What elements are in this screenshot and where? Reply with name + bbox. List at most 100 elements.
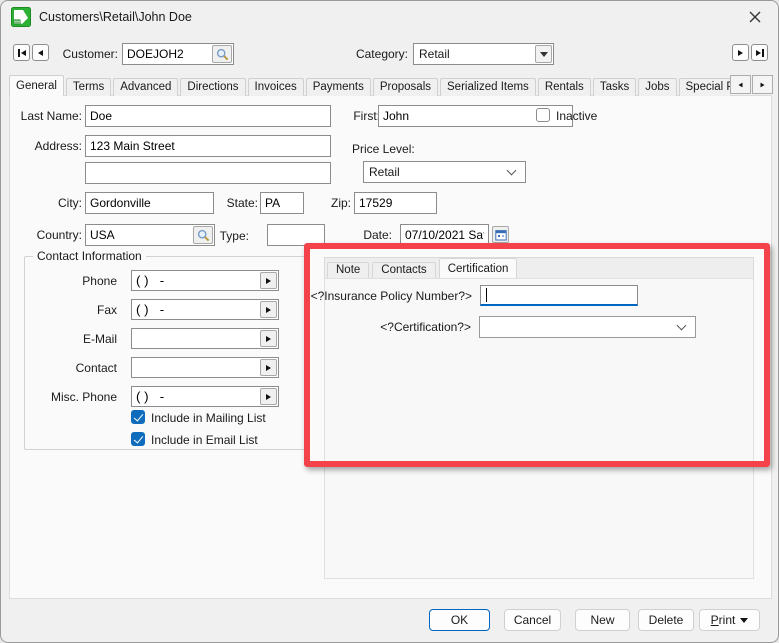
previous-record-icon (38, 50, 43, 56)
include-mailing-list-label: Include in Mailing List (151, 411, 266, 425)
print-button[interactable]: Print (699, 609, 760, 631)
tab-jobs[interactable]: Jobs (638, 78, 676, 96)
address-line2-input[interactable] (85, 162, 331, 184)
country-label: Country: (10, 228, 82, 242)
fax-expand-button[interactable] (260, 301, 277, 318)
new-button[interactable]: New (575, 609, 630, 631)
first-record-icon (18, 49, 20, 57)
price-level-label: Price Level: (352, 142, 415, 156)
tab-rentals[interactable]: Rentals (538, 78, 591, 96)
zip-label: Zip: (315, 196, 351, 210)
address-label: Address: (10, 139, 82, 153)
date-picker-button[interactable] (492, 226, 509, 243)
price-level-dropdown[interactable]: Retail (363, 161, 526, 183)
include-email-list-checkbox[interactable] (131, 432, 145, 446)
certification-dropdown[interactable] (479, 316, 696, 338)
price-level-value: Retail (364, 165, 508, 179)
tab-note[interactable]: Note (327, 262, 369, 278)
fax-label: Fax (15, 303, 117, 317)
last-record-icon (756, 50, 761, 56)
general-tab-page: Last Name: First: Inactive Address: Pric… (9, 95, 772, 599)
contact-input[interactable] (131, 357, 279, 378)
email-label: E-Mail (15, 332, 117, 346)
tab-advanced[interactable]: Advanced (113, 78, 178, 96)
detail-tab-strip: Note Contacts Certification (324, 257, 754, 278)
misc-phone-label: Misc. Phone (15, 390, 117, 404)
phone-expand-button[interactable] (260, 272, 277, 289)
tab-contacts[interactable]: Contacts (372, 262, 435, 278)
phone-label: Phone (15, 274, 117, 288)
arrow-right-icon (266, 278, 271, 284)
main-tab-strip: General Terms Advanced Directions Invoic… (9, 75, 730, 96)
contact-expand-button[interactable] (260, 359, 277, 376)
last-name-label: Last Name: (10, 109, 82, 123)
previous-record-button[interactable] (32, 44, 49, 61)
customer-form-icon (11, 7, 31, 27)
text-caret (486, 288, 487, 302)
misc-phone-input[interactable] (131, 386, 279, 407)
tab-general[interactable]: General (9, 75, 64, 96)
first-name-label: First: (335, 109, 380, 123)
tab-scroll-right-button[interactable] (752, 75, 773, 94)
contact-information-legend: Contact Information (33, 249, 146, 263)
next-record-button[interactable] (732, 44, 749, 61)
last-record-button[interactable] (751, 44, 768, 61)
tab-terms[interactable]: Terms (66, 78, 111, 96)
customer-label: Customer: (56, 47, 118, 61)
customer-input[interactable] (123, 44, 213, 64)
search-icon (216, 48, 229, 61)
category-value: Retail (414, 47, 535, 61)
insurance-policy-number-label: <?Insurance Policy Number?> (272, 289, 472, 303)
ok-button[interactable]: OK (429, 609, 490, 631)
tab-serialized-items[interactable]: Serialized Items (440, 78, 536, 96)
tab-directions[interactable]: Directions (180, 78, 245, 96)
tab-scroll-left-button[interactable] (730, 75, 751, 94)
phone-input[interactable] (131, 270, 279, 291)
insurance-policy-number-input[interactable] (480, 285, 638, 306)
date-input[interactable] (400, 224, 489, 246)
zip-input[interactable] (354, 192, 437, 214)
inactive-checkbox[interactable] (536, 108, 550, 122)
category-dropdown[interactable]: Retail (413, 43, 554, 65)
state-label: State: (210, 196, 258, 210)
arrow-right-icon (266, 336, 271, 342)
dropdown-arrow-icon (540, 52, 548, 57)
scroll-left-icon (739, 82, 743, 87)
close-button[interactable] (740, 5, 770, 29)
tab-special-pricing[interactable]: Special Pricing (679, 78, 730, 96)
customer-search-button[interactable] (212, 45, 232, 63)
arrow-right-icon (266, 365, 271, 371)
window-title: Customers\Retail\John Doe (39, 10, 192, 24)
tab-payments[interactable]: Payments (306, 78, 371, 96)
include-mailing-list-checkbox[interactable] (131, 410, 145, 424)
tab-certification[interactable]: Certification (439, 258, 518, 278)
date-label: Date: (350, 228, 392, 242)
delete-button[interactable]: Delete (638, 609, 694, 631)
include-email-list-label: Include in Email List (151, 433, 258, 447)
last-name-input[interactable] (85, 105, 331, 127)
arrow-right-icon (266, 307, 271, 313)
customer-dialog: Customers\Retail\John Doe Customer: Cate… (0, 0, 779, 643)
calendar-icon (495, 229, 507, 241)
category-label: Category: (351, 47, 408, 61)
first-record-button[interactable] (13, 44, 30, 61)
address-line1-input[interactable] (85, 135, 331, 157)
city-input[interactable] (85, 192, 214, 214)
print-menu-arrow-icon (740, 618, 748, 623)
type-label: Type: (205, 229, 249, 243)
type-input[interactable] (267, 224, 325, 246)
category-dropdown-button[interactable] (535, 45, 552, 63)
misc-phone-expand-button[interactable] (260, 388, 277, 405)
fax-input[interactable] (131, 299, 279, 320)
cancel-button[interactable]: Cancel (504, 609, 561, 631)
tab-tasks[interactable]: Tasks (593, 78, 636, 96)
tab-invoices[interactable]: Invoices (248, 78, 304, 96)
tab-proposals[interactable]: Proposals (373, 78, 438, 96)
title-bar: Customers\Retail\John Doe (1, 1, 778, 33)
email-input[interactable] (131, 328, 279, 349)
scroll-right-icon (761, 82, 765, 87)
next-record-icon (738, 50, 743, 56)
country-input[interactable] (86, 225, 194, 245)
chevron-down-icon (677, 320, 687, 330)
state-input[interactable] (260, 192, 304, 214)
